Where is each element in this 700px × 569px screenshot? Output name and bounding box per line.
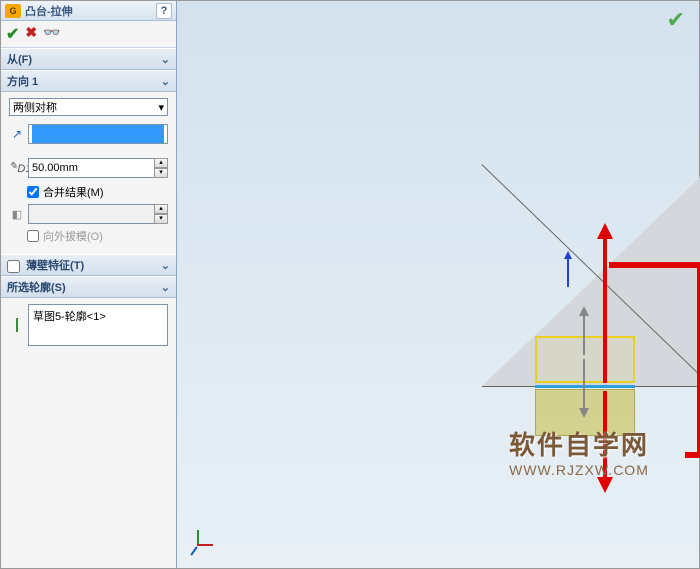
feature-icon: G [5, 4, 21, 18]
spin-up[interactable]: ▴ [154, 204, 168, 214]
section-header-direction1[interactable]: 方向 1 ⌄ [1, 70, 176, 92]
property-panel: G 凸台-拉伸 ? ✔ ✖ 👓 从(F) ⌄ 方向 1 ⌄ 两侧对称 ▾ ↗ ✎… [1, 1, 177, 568]
collapse-icon[interactable]: ⌄ [161, 75, 170, 88]
action-bar: ✔ ✖ 👓 [1, 21, 176, 48]
list-item[interactable]: 草图5-轮廓<1> [31, 307, 165, 325]
merge-result-label: 合并结果(M) [43, 184, 104, 200]
reverse-direction-icon[interactable]: ↗ [9, 127, 25, 141]
markup-line-top [609, 262, 700, 268]
spin-down[interactable]: ▾ [154, 214, 168, 224]
draft-outward-checkbox[interactable] [27, 230, 39, 242]
depth-value: 50.00mm [32, 162, 78, 174]
direction1-body: 两侧对称 ▾ ↗ ✎D1 50.00mm ▴ ▾ 合并结果(M) ◧ ▴ ▾ [1, 92, 176, 254]
watermark: 软件自学网 WWW.RJZXW.COM [509, 425, 649, 478]
panel-title-bar: G 凸台-拉伸 ? [1, 1, 176, 21]
graphics-viewport[interactable]: ✔ 50 软件自学网 WWW.RJZXW.COM [177, 1, 699, 568]
help-button[interactable]: ? [156, 3, 172, 19]
end-condition-value: 两侧对称 [13, 99, 57, 115]
depth-input[interactable]: 50.00mm [28, 158, 155, 178]
drag-handle-up[interactable] [583, 309, 585, 355]
view-triad[interactable] [185, 530, 215, 560]
confirm-check-icon[interactable]: ✔ [667, 7, 685, 33]
mid-plane-line [535, 385, 635, 388]
markup-line-bottom [685, 452, 700, 458]
direction-arrow [567, 253, 569, 287]
collapse-icon[interactable]: ⌄ [161, 281, 170, 294]
draft-outward-label: 向外拔模(O) [43, 228, 103, 244]
watermark-title: 软件自学网 [509, 425, 649, 462]
spin-up[interactable]: ▴ [154, 158, 168, 168]
collapse-icon[interactable]: ⌄ [161, 53, 170, 66]
spin-down[interactable]: ▾ [154, 168, 168, 178]
direction1-label: 方向 1 [7, 73, 38, 89]
thin-text: 薄壁特征(T) [26, 260, 84, 272]
end-condition-dropdown[interactable]: 两侧对称 ▾ [9, 98, 168, 116]
merge-result-checkbox[interactable] [27, 186, 39, 198]
thin-label: 薄壁特征(T) [7, 257, 84, 273]
section-header-from[interactable]: 从(F) ⌄ [1, 48, 176, 70]
panel-title: 凸台-拉伸 [25, 3, 156, 19]
watermark-url: WWW.RJZXW.COM [509, 462, 649, 478]
markup-arrow-up [603, 227, 607, 383]
from-label: 从(F) [7, 51, 32, 67]
contour-item-label: 草图5-轮廓<1> [33, 308, 106, 324]
thin-feature-checkbox[interactable] [7, 260, 20, 273]
cancel-button[interactable]: ✖ [25, 24, 37, 44]
z-axis [190, 546, 197, 555]
draft-icon[interactable]: ◧ [9, 208, 25, 221]
selected-contours-list[interactable]: 草图5-轮廓<1> [28, 304, 168, 346]
draft-spinner: ▴ ▾ [154, 204, 168, 224]
draft-angle-input[interactable] [28, 204, 155, 224]
drag-handle-down[interactable] [583, 359, 585, 415]
contour-icon [9, 319, 25, 331]
ok-button[interactable]: ✔ [6, 24, 19, 44]
contours-body: 草图5-轮廓<1> [1, 298, 176, 356]
direction-vector-field[interactable] [28, 124, 168, 144]
contours-label: 所选轮廓(S) [7, 279, 66, 295]
section-header-thin[interactable]: 薄壁特征(T) ⌄ [1, 254, 176, 276]
collapse-icon[interactable]: ⌄ [161, 259, 170, 272]
section-header-contours[interactable]: 所选轮廓(S) ⌄ [1, 276, 176, 298]
preview-button[interactable]: 👓 [43, 24, 60, 44]
x-axis [197, 544, 213, 546]
depth-spinner: ▴ ▾ [154, 158, 168, 178]
sketch-region-upper [535, 336, 635, 383]
depth-icon: ✎D1 [9, 161, 25, 175]
chevron-down-icon: ▾ [158, 101, 164, 114]
